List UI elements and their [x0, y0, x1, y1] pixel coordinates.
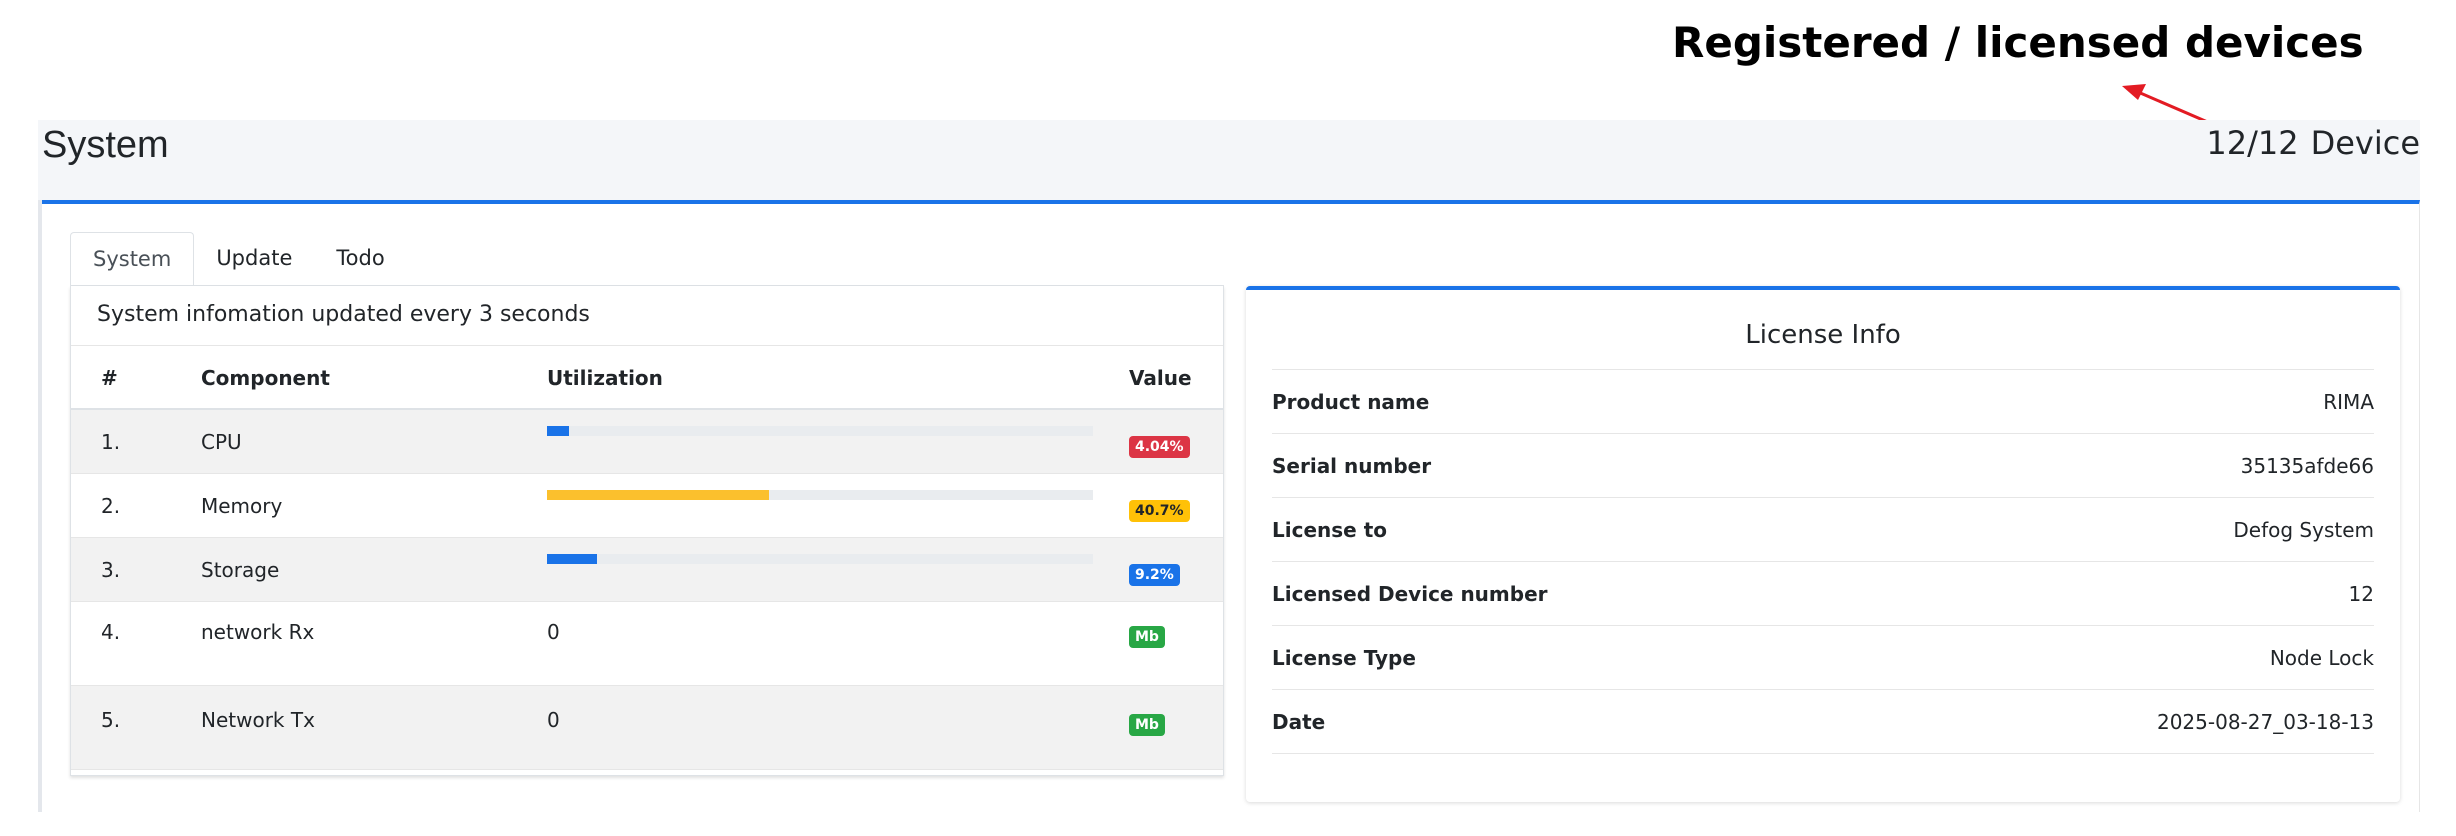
- storage-value-badge: 9.2%: [1129, 564, 1180, 586]
- license-row-license-type: License Type Node Lock: [1272, 626, 2374, 690]
- cpu-value-badge: 4.04%: [1129, 436, 1190, 458]
- license-row-date: Date 2025-08-27_03-18-13: [1272, 690, 2374, 754]
- network-tx-value: 0: [547, 708, 560, 732]
- page-title: System: [42, 124, 169, 166]
- cpu-progress-bar: [547, 426, 1093, 436]
- row-component: CPU: [201, 430, 242, 454]
- app-shell: System 12/12 Device System Update Todo Sy…: [38, 120, 2420, 812]
- row-component: Memory: [201, 494, 283, 518]
- storage-progress-fill: [547, 554, 598, 564]
- storage-progress-bar: [547, 554, 1093, 564]
- table-header: # Component Utilization Value: [71, 346, 1223, 410]
- license-value: 35135afde66: [2240, 454, 2374, 478]
- row-number: 1.: [101, 430, 121, 454]
- row-component: network Rx: [201, 620, 315, 644]
- row-number: 2.: [101, 494, 121, 518]
- memory-progress-bar: [547, 490, 1093, 500]
- column-header-value: Value: [1129, 366, 1192, 390]
- column-header-utilization: Utilization: [547, 366, 663, 390]
- column-header-component: Component: [201, 366, 330, 390]
- system-info-panel: System infomation updated every 3 second…: [70, 286, 1224, 776]
- license-label: Licensed Device number: [1272, 582, 1548, 606]
- system-table: # Component Utilization Value 1. CPU 4.0…: [71, 346, 1223, 770]
- cpu-progress-fill: [547, 426, 570, 436]
- license-row-product-name: Product name RIMA: [1272, 370, 2374, 434]
- table-row: 5. Network Tx 0 Mb: [71, 686, 1223, 770]
- network-rx-unit-badge: Mb: [1129, 626, 1165, 648]
- license-label: Date: [1272, 710, 1326, 734]
- table-row: 3. Storage 9.2%: [71, 538, 1223, 602]
- license-value: Node Lock: [2269, 646, 2374, 670]
- content-header: System 12/12 Device: [38, 120, 2420, 200]
- row-component: Storage: [201, 558, 280, 582]
- license-row-license-to: License to Defog System: [1272, 498, 2374, 562]
- table-row: 2. Memory 40.7%: [71, 474, 1223, 538]
- license-value: 2025-08-27_03-18-13: [2156, 710, 2374, 734]
- table-row: 1. CPU 4.04%: [71, 410, 1223, 474]
- license-label: License to: [1272, 518, 1387, 542]
- license-value: RIMA: [2323, 390, 2374, 414]
- network-rx-value: 0: [547, 620, 560, 644]
- tab-system[interactable]: System: [70, 232, 195, 286]
- row-number: 5.: [101, 708, 121, 732]
- license-value: 12: [2348, 582, 2374, 606]
- memory-progress-fill: [547, 490, 770, 500]
- network-tx-unit-badge: Mb: [1129, 714, 1165, 736]
- license-info-title: License Info: [1272, 320, 2374, 370]
- column-header-number: #: [101, 366, 118, 390]
- tab-todo[interactable]: Todo: [314, 232, 406, 286]
- system-info-header: System infomation updated every 3 second…: [71, 286, 1223, 346]
- main-card: System Update Todo System infomation upd…: [42, 200, 2420, 812]
- device-count-value: 12/12: [2206, 124, 2299, 162]
- memory-value-badge: 40.7%: [1129, 500, 1190, 522]
- license-value: Defog System: [2233, 518, 2374, 542]
- tab-bar: System Update Todo: [70, 232, 407, 286]
- row-number: 3.: [101, 558, 121, 582]
- device-count: 12/12 Device: [2206, 124, 2420, 162]
- license-label: Product name: [1272, 390, 1430, 414]
- license-label: Serial number: [1272, 454, 1432, 478]
- table-row: 4. network Rx 0 Mb: [71, 602, 1223, 686]
- license-row-device-number: Licensed Device number 12: [1272, 562, 2374, 626]
- row-number: 4.: [101, 620, 121, 644]
- annotation-title: Registered / licensed devices: [1672, 18, 2364, 67]
- row-component: Network Tx: [201, 708, 315, 732]
- license-label: License Type: [1272, 646, 1416, 670]
- tab-update[interactable]: Update: [194, 232, 314, 286]
- license-row-serial-number: Serial number 35135afde66: [1272, 434, 2374, 498]
- license-info-card: License Info Product name RIMA Serial nu…: [1246, 286, 2400, 802]
- device-count-label: Device: [2310, 124, 2420, 162]
